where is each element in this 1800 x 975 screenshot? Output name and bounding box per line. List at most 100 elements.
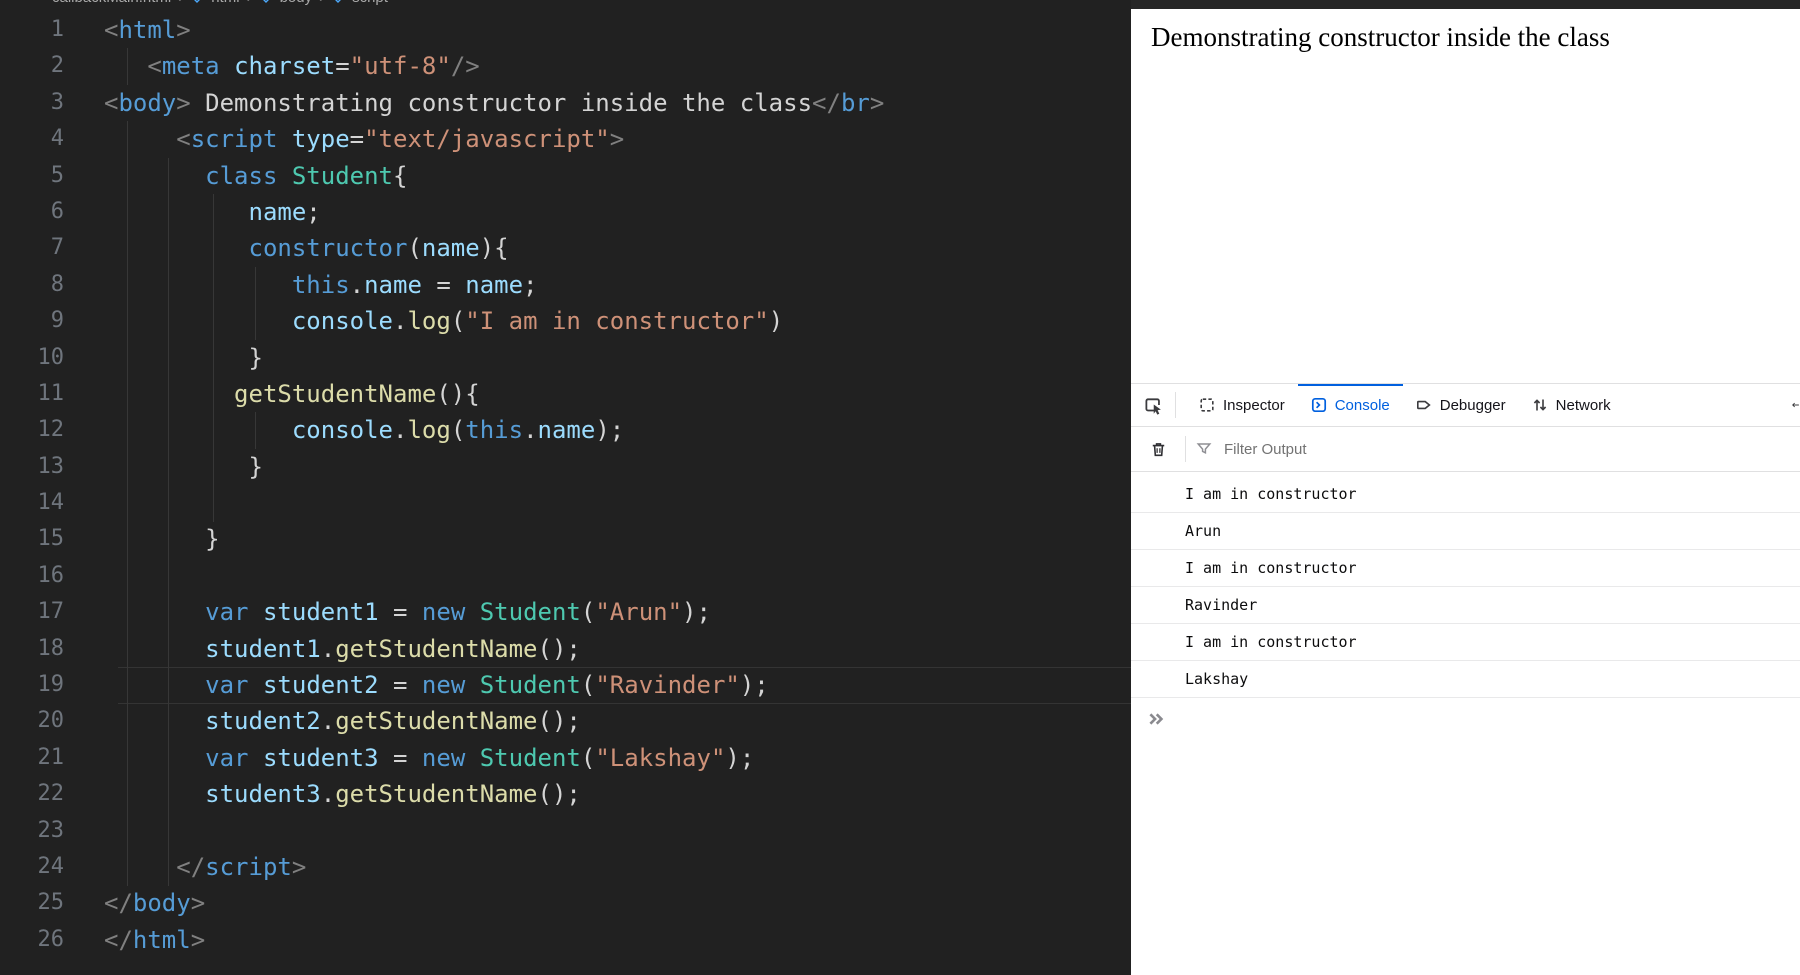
filter-output-input[interactable]: [1222, 440, 1800, 459]
tab-debugger[interactable]: Debugger: [1403, 384, 1519, 426]
line-number: 16: [0, 558, 64, 594]
console-log-row: Ravinder: [1131, 587, 1800, 624]
code-text: var student1 = new Student("Arun");: [64, 594, 711, 630]
line-number: 3: [0, 85, 64, 121]
breadcrumb-segment[interactable]: html: [211, 0, 239, 6]
code-line[interactable]: 11 getStudentName(){: [0, 376, 1131, 412]
clear-console-button[interactable]: [1141, 428, 1175, 470]
console-icon: [1311, 397, 1327, 413]
line-number: 11: [0, 376, 64, 412]
breadcrumb-segment[interactable]: body: [280, 0, 313, 6]
console-toolbar: [1131, 427, 1800, 472]
code-line[interactable]: 18 student1.getStudentName();: [0, 631, 1131, 667]
filter-icon: [1196, 441, 1212, 457]
code-line[interactable]: 2 <meta charset="utf-8"/>: [0, 48, 1131, 84]
breadcrumb-file[interactable]: callbackMain.html: [52, 0, 171, 6]
code-text: [64, 485, 104, 521]
console-log-row: I am in constructor: [1131, 476, 1800, 513]
code-text: }: [64, 340, 263, 376]
code-line[interactable]: 10 }: [0, 340, 1131, 376]
breadcrumb-separator: ›: [247, 0, 252, 6]
tab-label: Console: [1335, 397, 1390, 414]
symbol-icon: [259, 0, 273, 5]
code-line[interactable]: 25</body>: [0, 885, 1131, 921]
toolbar-separator: [1175, 392, 1176, 418]
line-number: 15: [0, 521, 64, 557]
code-text: student3.getStudentName();: [64, 776, 581, 812]
code-text: <meta charset="utf-8"/>: [64, 48, 480, 84]
line-number: 20: [0, 703, 64, 739]
tab-label: Network: [1556, 397, 1611, 414]
code-line[interactable]: 9 console.log("I am in constructor"): [0, 303, 1131, 339]
code-text: }: [64, 449, 263, 485]
breadcrumb-separator: ›: [319, 0, 324, 6]
code-text: [64, 558, 104, 594]
code-line[interactable]: 22 student3.getStudentName();: [0, 776, 1131, 812]
code-line[interactable]: 8 this.name = name;: [0, 267, 1131, 303]
code-line[interactable]: 5 class Student{: [0, 158, 1131, 194]
node-picker-icon: [1144, 396, 1163, 415]
toolbar-separator: [1185, 436, 1186, 462]
code-line[interactable]: 15 }: [0, 521, 1131, 557]
line-number: 14: [0, 485, 64, 521]
line-number: 5: [0, 158, 64, 194]
breadcrumb-segment[interactable]: script: [352, 0, 388, 6]
code-line[interactable]: 24 </script>: [0, 849, 1131, 885]
tab-console[interactable]: Console: [1298, 384, 1403, 426]
code-line[interactable]: 7 constructor(name){: [0, 230, 1131, 266]
node-picker-button[interactable]: [1131, 384, 1175, 426]
code-line[interactable]: 19 var student2 = new Student("Ravinder"…: [0, 667, 1131, 703]
line-number: 4: [0, 121, 64, 157]
code-line[interactable]: 20 student2.getStudentName();: [0, 703, 1131, 739]
code-line[interactable]: 17 var student1 = new Student("Arun");: [0, 594, 1131, 630]
code-text: constructor(name){: [64, 230, 509, 266]
tab-network[interactable]: Network: [1519, 384, 1624, 426]
code-line[interactable]: 14: [0, 485, 1131, 521]
inspector-icon: [1199, 397, 1215, 413]
code-line[interactable]: 21 var student3 = new Student("Lakshay")…: [0, 740, 1131, 776]
line-number: 2: [0, 48, 64, 84]
line-number: 23: [0, 813, 64, 849]
code-text: [64, 813, 104, 849]
code-line[interactable]: 26</html>: [0, 922, 1131, 958]
prompt-chevron-icon: [1146, 708, 1168, 730]
line-number: 1: [0, 12, 64, 48]
line-number: 24: [0, 849, 64, 885]
code-text: student2.getStudentName();: [64, 703, 581, 739]
code-text: getStudentName(){: [64, 376, 480, 412]
code-editor: callbackMain.html › html › body › script…: [0, 0, 1131, 975]
code-line[interactable]: 6 name;: [0, 194, 1131, 230]
code-line[interactable]: 23: [0, 813, 1131, 849]
code-line[interactable]: 3<body> Demonstrating constructor inside…: [0, 85, 1131, 121]
console-log-row: I am in constructor: [1131, 624, 1800, 661]
code-text: </html>: [64, 922, 205, 958]
devtools-tab-bar: Inspector Console: [1131, 384, 1800, 427]
trash-icon: [1150, 441, 1167, 458]
code-line[interactable]: 4 <script type="text/javascript">: [0, 121, 1131, 157]
line-number: 6: [0, 194, 64, 230]
tab-inspector[interactable]: Inspector: [1186, 384, 1298, 426]
browser-chrome-strip: [1131, 0, 1800, 9]
code-text: }: [64, 521, 220, 557]
code-line[interactable]: 13 }: [0, 449, 1131, 485]
breadcrumb-separator: ›: [178, 0, 183, 6]
code-text: class Student{: [64, 158, 407, 194]
code-text: name;: [64, 194, 321, 230]
code-text: console.log("I am in constructor"): [64, 303, 783, 339]
code-line[interactable]: 1<html>: [0, 12, 1131, 48]
line-number: 18: [0, 631, 64, 667]
app-root: callbackMain.html › html › body › script…: [0, 0, 1800, 975]
console-output: I am in constructor Arun I am in constru…: [1131, 472, 1800, 698]
console-input-line[interactable]: [1131, 698, 1800, 730]
partial-tab-icon[interactable]: [1791, 384, 1800, 426]
code-line[interactable]: 16: [0, 558, 1131, 594]
line-number: 17: [0, 594, 64, 630]
line-number: 9: [0, 303, 64, 339]
breadcrumb[interactable]: callbackMain.html › html › body › script: [0, 0, 1131, 8]
console-log-row: I am in constructor: [1131, 550, 1800, 587]
line-number: 19: [0, 667, 64, 703]
tab-label: Debugger: [1440, 397, 1506, 414]
code-text: this.name = name;: [64, 267, 538, 303]
code-line[interactable]: 12 console.log(this.name);: [0, 412, 1131, 448]
page-text: Demonstrating constructor inside the cla…: [1151, 22, 1610, 52]
